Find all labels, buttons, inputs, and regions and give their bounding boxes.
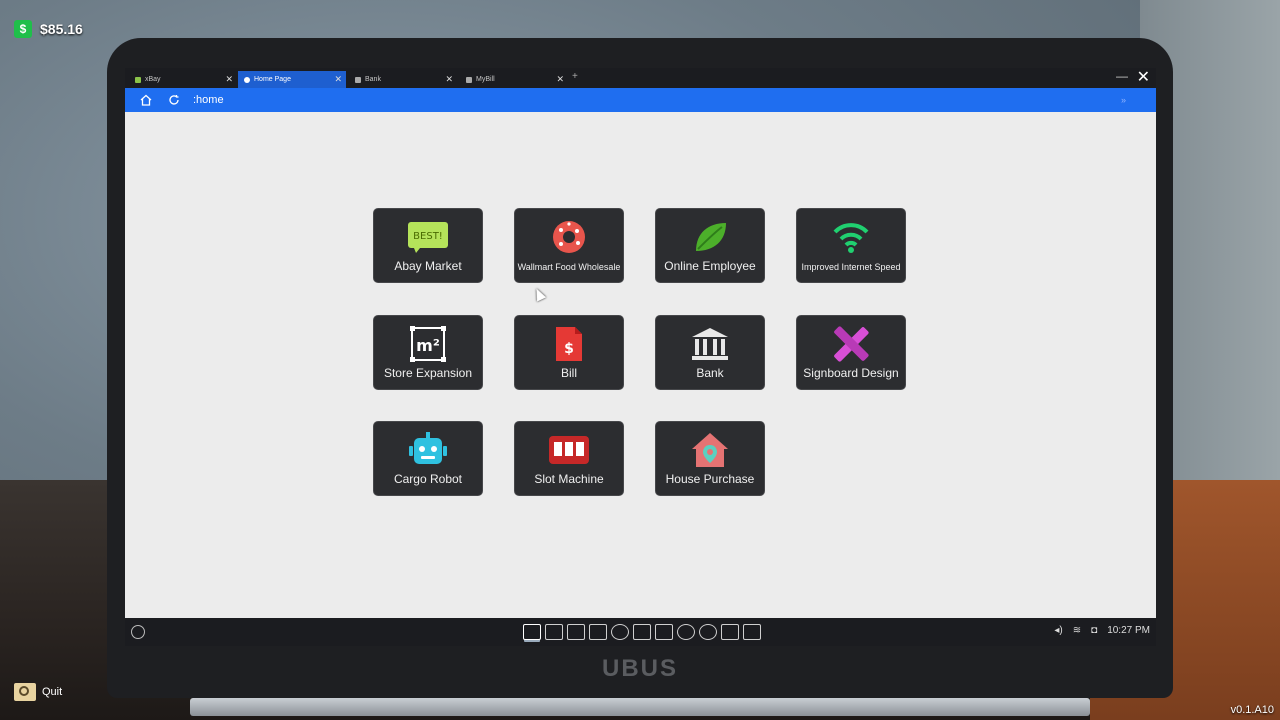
ball-icon[interactable] [699,624,717,640]
app-label: House Purchase [665,472,755,486]
app-label: Improved Internet Speed [801,262,901,272]
settings-icon[interactable] [677,624,695,640]
app-slot-machine[interactable]: Slot Machine [514,421,624,496]
app-cargo-robot[interactable]: Cargo Robot [373,421,483,496]
close-icon[interactable]: ✕ [334,74,342,85]
tab-label: xBay [145,76,161,83]
mouse-cursor [531,286,547,302]
bill-badge: $ [564,341,574,357]
expansion-icon: m² [408,326,448,362]
window-close-button[interactable]: ✕ [1137,68,1150,87]
volume-icon[interactable]: ◂) [1054,625,1062,636]
close-icon[interactable]: ✕ [556,74,564,85]
abay-badge: BEST! [413,231,443,242]
new-tab-button[interactable]: + [572,71,578,82]
app-label: Slot Machine [534,472,604,486]
url-input[interactable]: :home [193,94,224,106]
tab-bar: xBay ✕ Home Page ✕ Bank ✕ MyBill ✕ + — ✕ [125,68,1156,88]
laptop-brand: UBUS [601,655,678,682]
app-abay-market[interactable]: BEST! Abay Market [373,208,483,283]
app-label: Bank [696,366,724,380]
bookmark-icon[interactable]: » [1121,95,1126,105]
quit-prompt[interactable]: Quit [14,683,62,701]
app-improved-internet-speed[interactable]: Improved Internet Speed [796,208,906,283]
laptop-base [190,698,1090,716]
house-icon [690,432,730,468]
clock-icon[interactable] [611,624,629,640]
tab-mybill[interactable]: MyBill ✕ [460,71,568,88]
address-bar: :home » [125,88,1156,112]
app-store-expansion[interactable]: m² Store Expansion [373,315,483,390]
leaf-icon [690,219,730,255]
app-house-purchase[interactable]: House Purchase [655,421,765,496]
wifi-tray-icon[interactable]: ≋ [1073,625,1081,636]
quit-label: Quit [42,686,63,698]
app-label: Bill [560,366,577,380]
quit-key-icon [14,683,36,701]
version-label: v0.1.A10 [1230,704,1274,716]
minimize-button[interactable]: — [1116,69,1128,83]
close-icon[interactable]: ✕ [225,74,233,85]
bill-icon: $ [553,326,585,362]
system-tray: ◂) ≋ ◘ 10:27 PM [1054,625,1150,636]
tab-home-page[interactable]: Home Page ✕ [238,71,346,88]
abay-market-icon: BEST! [406,219,450,255]
home-icon[interactable] [139,93,153,107]
app-online-employee[interactable]: Online Employee [655,208,765,283]
expansion-badge: m² [416,336,440,355]
taskbar: ◂) ≋ ◘ 10:27 PM [125,618,1156,646]
clock-time: 10:27 PM [1107,625,1150,636]
app-label: Signboard Design [803,366,899,380]
taskbar-apps [523,624,761,640]
tab-label: Home Page [254,76,291,83]
gamepad-icon[interactable] [589,624,607,640]
tab-label: MyBill [476,76,495,83]
robot-icon [408,432,448,468]
app-label: Cargo Robot [393,472,463,486]
start-menu-icon[interactable] [131,625,145,639]
close-icon[interactable]: ✕ [445,74,453,85]
money-display: $ $85.16 [14,20,83,38]
browser-icon[interactable] [523,624,541,640]
slot-machine-icon [547,432,591,468]
home-tab-icon [244,76,250,83]
tab-xbay[interactable]: xBay ✕ [129,71,237,88]
image-icon[interactable] [655,624,673,640]
refresh-icon[interactable] [167,93,181,107]
app-bill[interactable]: $ Bill [514,315,624,390]
bank-tab-icon [355,76,361,83]
app-label: Online Employee [664,259,756,273]
money-icon: $ [14,20,32,38]
xbay-tab-icon [135,76,141,83]
chat-icon[interactable] [743,624,761,640]
monitor-icon[interactable] [721,624,739,640]
app-label: Store Expansion [383,366,473,380]
pencil-ruler-icon [831,326,871,362]
calculator-icon[interactable] [545,624,563,640]
tab-label: Bank [365,76,381,83]
app-label: Wallmart Food Wholesale [517,262,621,272]
app-label: Abay Market [394,259,462,273]
phone-icon[interactable] [633,624,651,640]
laptop-screen: xBay ✕ Home Page ✕ Bank ✕ MyBill ✕ + — ✕… [125,68,1156,646]
app-bank[interactable]: Bank [655,315,765,390]
notification-icon[interactable]: ◘ [1091,625,1097,636]
wifi-icon [831,219,871,255]
app-wallmart-food-wholesale[interactable]: Wallmart Food Wholesale [514,208,624,283]
bank-icon [690,326,730,362]
bill-tab-icon [466,76,472,83]
terminal-icon[interactable] [567,624,585,640]
money-amount: $85.16 [40,21,83,37]
app-signboard-design[interactable]: Signboard Design [796,315,906,390]
donut-icon [551,219,587,255]
tab-bank[interactable]: Bank ✕ [349,71,457,88]
